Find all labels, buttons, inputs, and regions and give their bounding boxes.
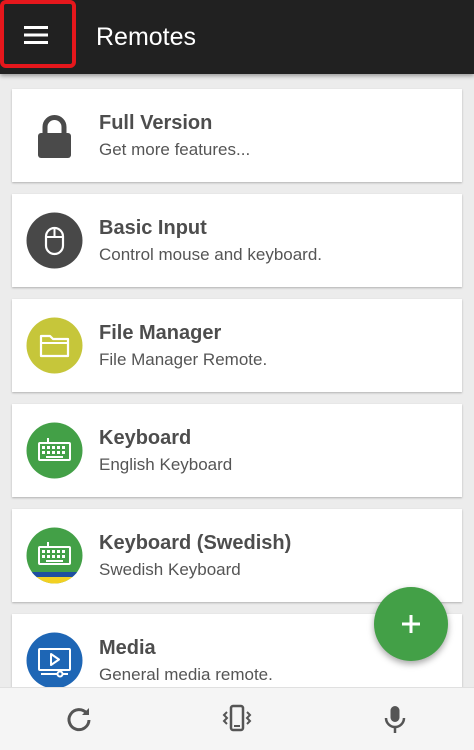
refresh-button[interactable] (62, 702, 96, 736)
remote-item-full-version[interactable]: Full Version Get more features... (12, 89, 462, 182)
app-bar: Remotes (0, 0, 474, 74)
remote-item-title: Media (99, 637, 156, 659)
media-player-icon (26, 632, 83, 689)
keyboard-icon (26, 422, 83, 479)
remote-item-keyboard[interactable]: Keyboard English Keyboard (12, 404, 462, 497)
remote-item-subtitle: General media remote. (99, 665, 273, 684)
remote-item-keyboard-swedish[interactable]: Keyboard (Swedish) Swedish Keyboard (12, 509, 462, 602)
vibrate-button[interactable] (219, 702, 253, 736)
remote-item-title: Full Version (99, 112, 213, 134)
remote-item-title: Keyboard (99, 427, 192, 449)
lock-icon (26, 107, 83, 164)
remote-item-subtitle: File Manager Remote. (99, 350, 268, 369)
menu-button[interactable] (0, 0, 76, 68)
remote-item-basic-input[interactable]: Basic Input Control mouse and keyboard. (12, 194, 462, 287)
bottom-bar (0, 687, 474, 750)
remote-item-subtitle: Swedish Keyboard (99, 560, 241, 579)
remote-item-title: File Manager (99, 322, 222, 344)
microphone-icon (384, 706, 406, 733)
remote-item-subtitle: Control mouse and keyboard. (99, 245, 323, 264)
add-remote-button[interactable] (374, 587, 448, 661)
remote-item-subtitle: English Keyboard (99, 455, 233, 474)
remote-item-title: Keyboard (Swedish) (99, 532, 292, 554)
remote-item-title: Basic Input (99, 217, 207, 239)
remote-item-file-manager[interactable]: File Manager File Manager Remote. (12, 299, 462, 392)
refresh-icon (67, 708, 91, 732)
keyboard-swedish-icon (26, 527, 83, 584)
phone-vibrate-icon (222, 704, 252, 732)
plus-icon (402, 615, 420, 633)
remote-item-subtitle: Get more features... (99, 140, 251, 159)
folder-icon (26, 317, 83, 374)
mouse-icon (26, 212, 83, 269)
voice-input-button[interactable] (378, 702, 412, 736)
hamburger-menu-icon (24, 26, 48, 44)
page-title: Remotes (96, 23, 197, 51)
